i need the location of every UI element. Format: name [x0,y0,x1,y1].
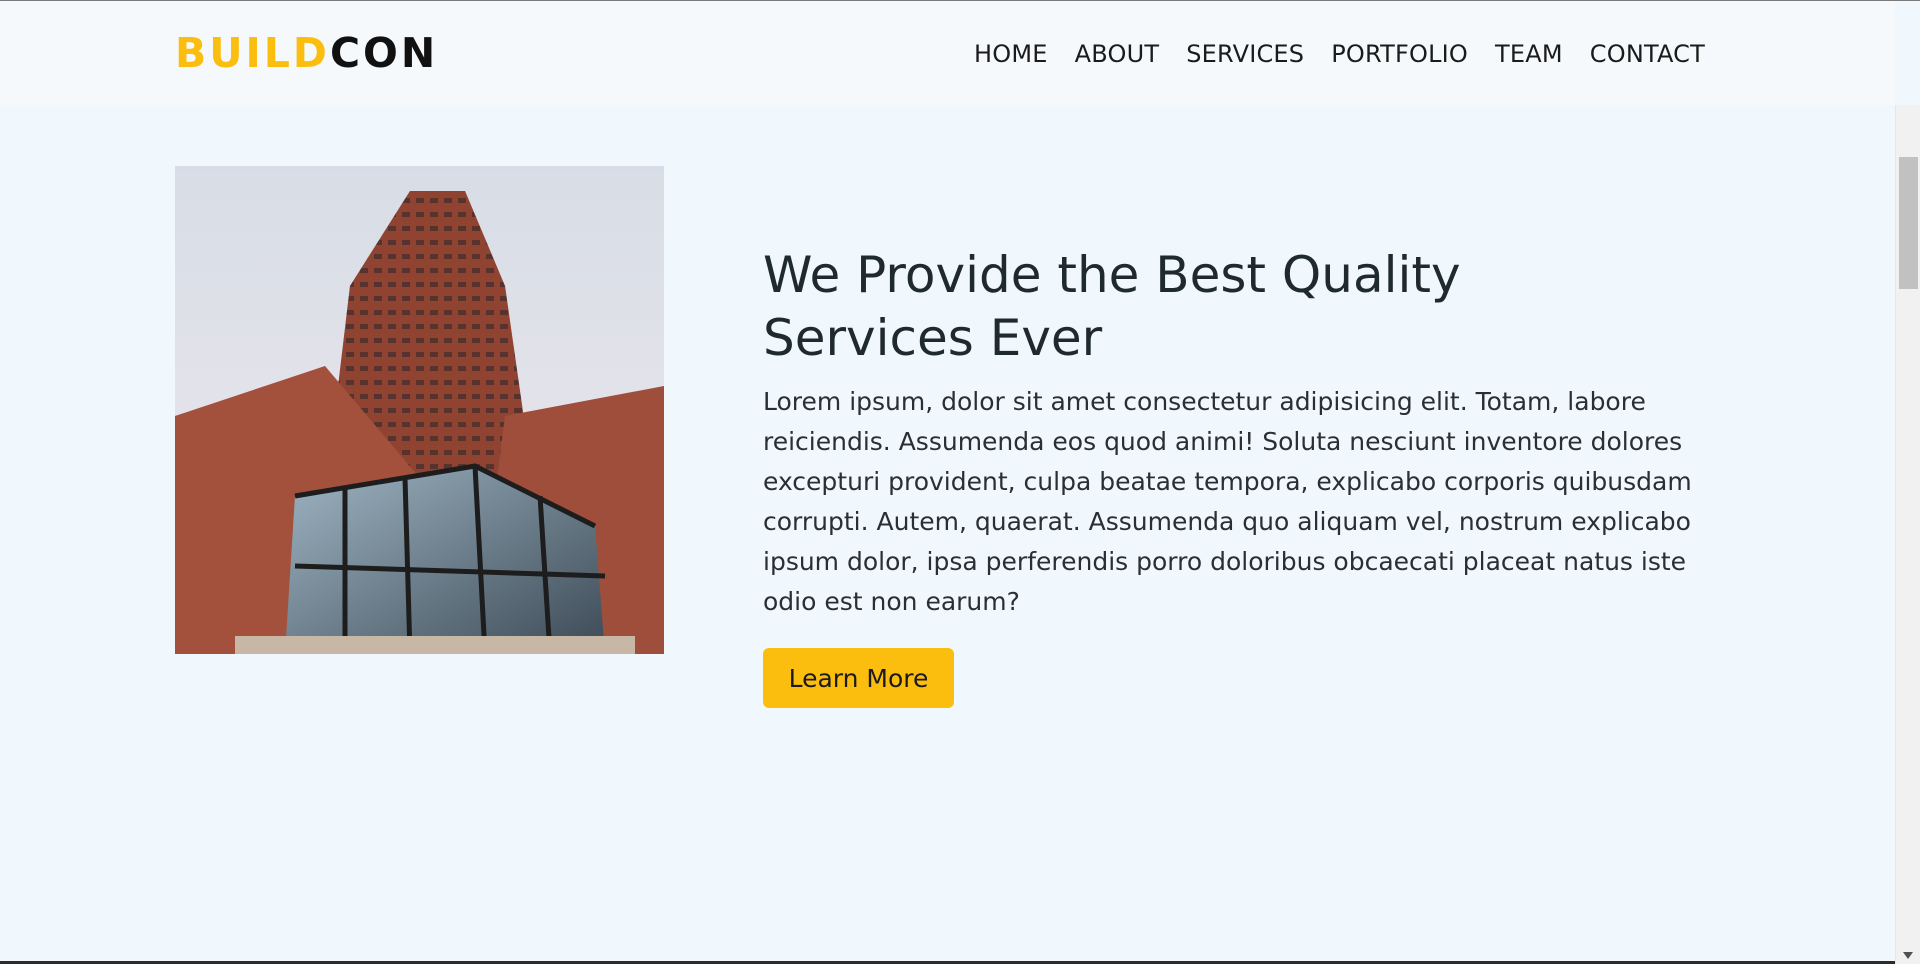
main-nav: HOME ABOUT SERVICES PORTFOLIO TEAM CONTA… [974,39,1705,69]
logo-part-build: BUILD [175,29,330,77]
vertical-scrollbar[interactable] [1895,105,1920,964]
learn-more-button[interactable]: Learn More [763,648,954,708]
section-paragraph: Lorem ipsum, dolor sit amet consectetur … [763,387,1692,616]
brand-logo[interactable]: BUILDCON [175,29,438,77]
nav-home[interactable]: HOME [974,39,1048,69]
nav-about[interactable]: ABOUT [1075,39,1160,69]
scroll-down-arrow-icon[interactable] [1903,952,1913,959]
nav-services[interactable]: SERVICES [1186,39,1304,69]
building-photo [175,166,664,654]
logo-part-con: CON [329,29,439,77]
section-heading: We Provide the Best Quality Services Eve… [763,246,1461,367]
nav-contact[interactable]: CONTACT [1590,39,1705,69]
nav-portfolio[interactable]: PORTFOLIO [1331,39,1468,69]
scrollbar-thumb[interactable] [1899,157,1918,289]
site-header: BUILDCON HOME ABOUT SERVICES PORTFOLIO T… [0,1,1895,105]
nav-team[interactable]: TEAM [1495,39,1563,69]
